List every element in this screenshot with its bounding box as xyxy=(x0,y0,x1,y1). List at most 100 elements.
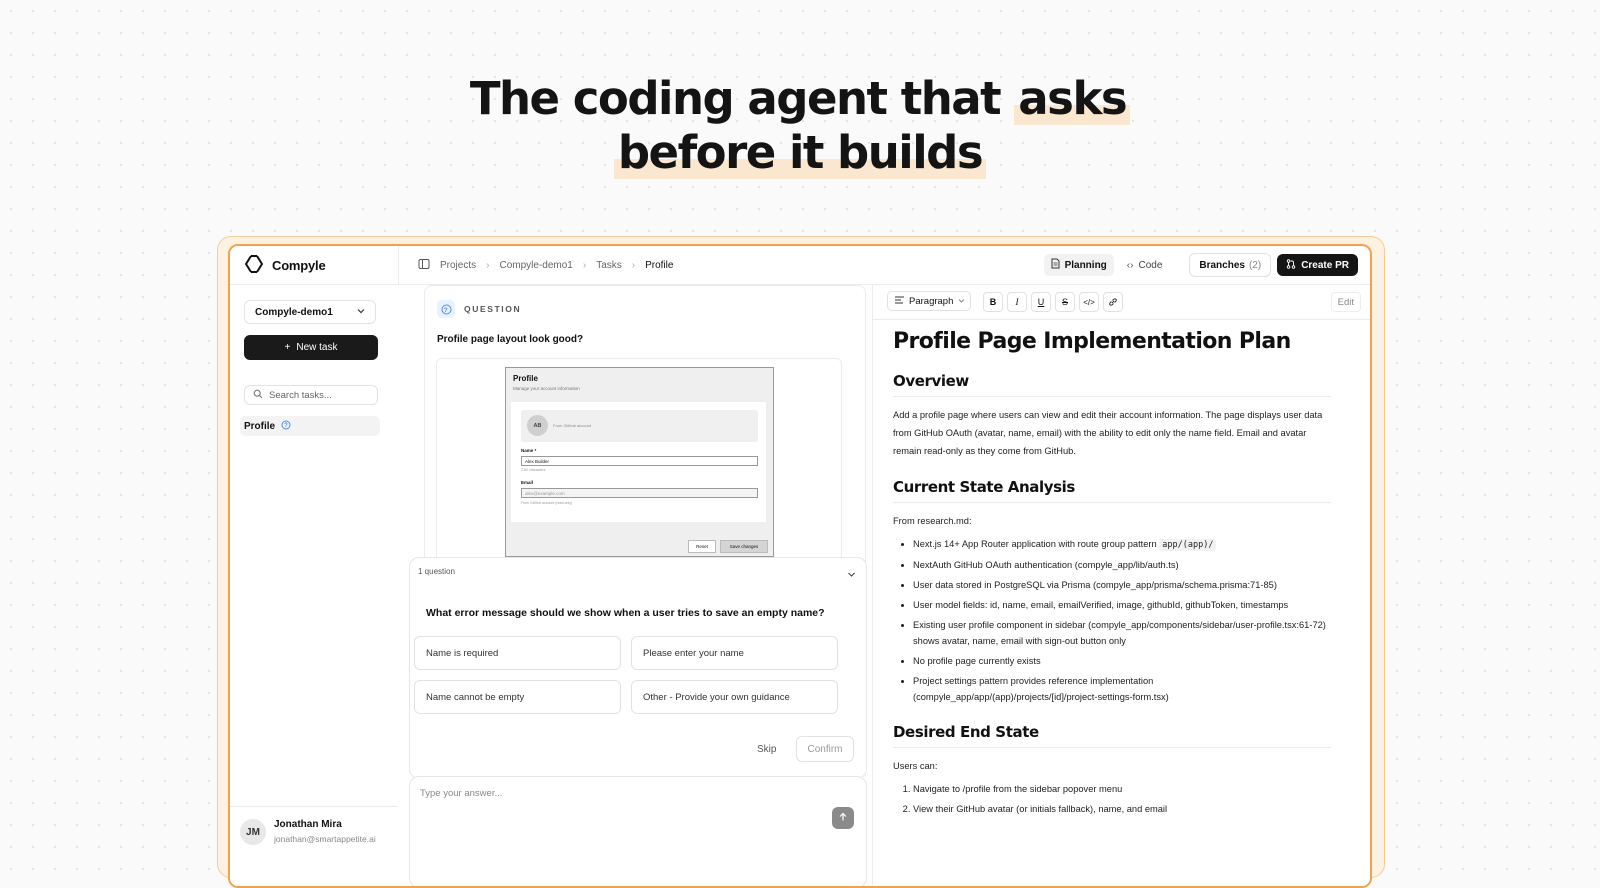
app-window: Compyle Compyle-demo1 + New task Search … xyxy=(228,244,1372,888)
hero-highlight-builds: before it builds xyxy=(613,126,987,179)
sidebar-toggle-icon[interactable] xyxy=(418,258,430,273)
panel-question: What error message should we show when a… xyxy=(426,607,825,619)
align-left-icon xyxy=(895,296,904,307)
bold-icon[interactable]: B xyxy=(983,292,1003,312)
code-icon[interactable]: </> xyxy=(1079,292,1099,312)
overview-text: Add a profile page where users can view … xyxy=(893,410,1323,456)
answer-input[interactable]: Type your answer... xyxy=(409,776,867,886)
sidebar-item-profile[interactable]: Profile ? xyxy=(240,416,380,436)
breadcrumb-project[interactable]: Compyle-demo1 xyxy=(499,260,572,271)
list-item: User data stored in PostgreSQL via Prism… xyxy=(913,577,1331,593)
avatar: JM xyxy=(240,819,266,845)
option-other[interactable]: Other - Provide your own guidance xyxy=(631,680,838,714)
list-item: Next.js 14+ App Router application with … xyxy=(913,536,1331,553)
top-actions: Planning ‹› Code Branches (2) Create PR xyxy=(1043,253,1358,277)
plan-document: Profile Page Implementation Plan Overvie… xyxy=(893,329,1331,835)
create-pr-label: Create PR xyxy=(1301,259,1349,271)
overview-heading: Overview xyxy=(893,372,1331,397)
question-panel: 1 question What error message should we … xyxy=(409,557,867,779)
chevron-down-icon[interactable] xyxy=(847,566,856,584)
desired-end-state-list: Navigate to /profile from the sidebar po… xyxy=(893,781,1331,817)
preview-card: AB From GitHub account Name * Alex Build… xyxy=(511,402,766,522)
user-profile[interactable]: JM Jonathan Mira jonathan@smartappetite.… xyxy=(230,806,398,886)
skip-button[interactable]: Skip xyxy=(757,744,776,755)
branches-button[interactable]: Branches (2) xyxy=(1189,253,1272,277)
option-enter-name[interactable]: Please enter your name xyxy=(631,636,838,670)
preview-title: Profile xyxy=(513,374,538,383)
current-state-list: Next.js 14+ App Router application with … xyxy=(893,536,1331,705)
preview-reset-button: Reset xyxy=(688,540,716,553)
paragraph-style-select[interactable]: Paragraph xyxy=(887,291,971,311)
question-text: Profile page layout look good? xyxy=(437,334,584,345)
breadcrumb-tasks[interactable]: Tasks xyxy=(596,260,622,271)
preview-name-label: Name * xyxy=(521,448,537,453)
current-state-heading: Current State Analysis xyxy=(893,478,1331,503)
plan-editor: Paragraph B I U S </> Edit Profile Page … xyxy=(872,285,1370,886)
preview-subtitle: Manage your account information xyxy=(513,386,580,391)
paragraph-style-value: Paragraph xyxy=(909,295,954,307)
question-heading: QUESTION xyxy=(464,304,522,314)
link-icon[interactable] xyxy=(1103,292,1123,312)
search-input[interactable]: Search tasks... xyxy=(244,385,378,405)
option-name-required[interactable]: Name is required xyxy=(414,636,621,670)
create-pr-button[interactable]: Create PR xyxy=(1277,254,1358,276)
tab-code[interactable]: ‹› Code xyxy=(1120,254,1170,276)
desired-end-state-heading: Desired End State xyxy=(893,723,1331,748)
preview-email-label: Email xyxy=(521,480,534,485)
plan-title: Profile Page Implementation Plan xyxy=(893,329,1291,354)
preview-avatar: AB xyxy=(527,415,548,436)
search-icon xyxy=(253,389,263,402)
editor-toolbar: Paragraph B I U S </> Edit xyxy=(873,285,1370,320)
preview-email-input: alex@example.com xyxy=(521,488,758,498)
italic-icon[interactable]: I xyxy=(1007,292,1027,312)
svg-text:?: ? xyxy=(284,423,288,429)
list-item: User model fields: id, name, email, emai… xyxy=(913,597,1331,613)
brand-name: Compyle xyxy=(272,258,326,273)
strikethrough-icon[interactable]: S xyxy=(1055,292,1075,312)
tab-planning[interactable]: Planning xyxy=(1043,254,1114,276)
user-name: Jonathan Mira xyxy=(274,819,342,830)
sidebar-divider xyxy=(230,284,398,285)
breadcrumb-projects[interactable]: Projects xyxy=(440,260,476,271)
new-task-button[interactable]: + New task xyxy=(244,335,378,360)
tab-planning-label: Planning xyxy=(1064,259,1107,271)
top-bar: Projects › Compyle-demo1 › Tasks › Profi… xyxy=(398,246,1370,285)
task-label: Profile xyxy=(244,420,276,432)
chevron-right-icon: › xyxy=(486,259,490,271)
question-icon: ? xyxy=(437,300,455,318)
list-item: Existing user profile component in sideb… xyxy=(913,617,1331,649)
chevron-down-icon xyxy=(958,296,965,307)
chevron-down-icon xyxy=(357,307,365,318)
user-email: jonathan@smartappetite.ai xyxy=(274,834,376,844)
underline-icon[interactable]: U xyxy=(1031,292,1051,312)
preview-save-button: Save changes xyxy=(720,540,768,553)
inline-code: app/(app)/ xyxy=(1159,539,1217,551)
send-button[interactable] xyxy=(832,807,854,829)
branches-label: Branches xyxy=(1199,259,1245,271)
compyle-logo-icon xyxy=(244,254,264,277)
hero-headline: The coding agent that asks before it bui… xyxy=(0,72,1600,180)
search-placeholder: Search tasks... xyxy=(269,389,332,401)
breadcrumb: Projects › Compyle-demo1 › Tasks › Profi… xyxy=(418,246,673,284)
brand[interactable]: Compyle xyxy=(244,254,326,277)
layout-preview-image: Profile Manage your account information … xyxy=(505,367,774,557)
list-item: NextAuth GitHub OAuth authentication (co… xyxy=(913,557,1331,573)
project-select[interactable]: Compyle-demo1 xyxy=(244,300,376,324)
confirm-button[interactable]: Confirm xyxy=(796,736,854,762)
option-cannot-be-empty[interactable]: Name cannot be empty xyxy=(414,680,621,714)
breadcrumb-current: Profile xyxy=(645,259,674,271)
edit-button[interactable]: Edit xyxy=(1330,292,1361,312)
list-item: View their GitHub avatar (or initials fa… xyxy=(913,801,1331,817)
current-state-intro: From research.md: xyxy=(893,516,972,526)
sidebar: Compyle Compyle-demo1 + New task Search … xyxy=(230,246,399,886)
pull-request-icon xyxy=(1286,258,1296,272)
preview-name-input: Alex Builder xyxy=(521,456,758,466)
preview-name-hint: 2-60 characters xyxy=(521,468,546,472)
preview-github-row: AB From GitHub account xyxy=(521,410,758,442)
question-pending-icon: ? xyxy=(281,420,291,433)
chevron-right-icon: › xyxy=(631,259,636,271)
list-item: No profile page currently exists xyxy=(913,653,1331,669)
preview-email-hint: From GitHub account (read-only) xyxy=(521,501,573,505)
hero-highlight-asks: asks xyxy=(1014,72,1131,125)
layout-preview[interactable]: Profile Manage your account information … xyxy=(436,358,842,580)
